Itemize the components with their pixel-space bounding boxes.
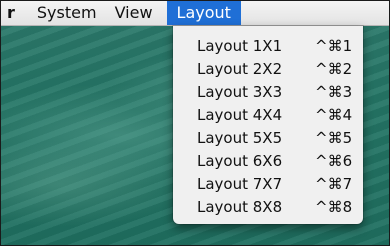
menu-item-layout-5x5[interactable]: Layout 5X5 ^⌘5: [173, 126, 363, 149]
menu-view[interactable]: View: [115, 1, 167, 25]
menu-item-shortcut: ^⌘5: [315, 128, 353, 147]
menu-item-shortcut: ^⌘4: [315, 105, 353, 124]
menu-item-label: Layout 8X8: [197, 197, 283, 216]
menu-item-layout-4x4[interactable]: Layout 4X4 ^⌘4: [173, 103, 363, 126]
layout-dropdown-menu: Layout 1X1 ^⌘1 Layout 2X2 ^⌘2 Layout 3X3…: [173, 26, 363, 224]
menu-item-shortcut: ^⌘2: [315, 59, 353, 78]
menu-item-label: Layout 4X4: [197, 105, 283, 124]
menu-item-label: Layout 1X1: [197, 36, 283, 55]
menu-item-layout-3x3[interactable]: Layout 3X3 ^⌘3: [173, 80, 363, 103]
menu-layout[interactable]: Layout: [166, 1, 241, 25]
menu-bar: r System View Layout: [1, 1, 389, 26]
menu-item-layout-8x8[interactable]: Layout 8X8 ^⌘8: [173, 195, 363, 218]
menu-item-label: Layout 3X3: [197, 82, 283, 101]
menu-item-layout-2x2[interactable]: Layout 2X2 ^⌘2: [173, 57, 363, 80]
menu-system[interactable]: System: [29, 1, 115, 25]
menu-app-name[interactable]: r: [1, 1, 29, 25]
menu-item-label: Layout 2X2: [197, 59, 283, 78]
menu-item-shortcut: ^⌘1: [315, 36, 353, 55]
menu-item-shortcut: ^⌘3: [315, 82, 353, 101]
menu-item-layout-6x6[interactable]: Layout 6X6 ^⌘6: [173, 149, 363, 172]
menu-item-label: Layout 7X7: [197, 174, 283, 193]
menu-item-label: Layout 6X6: [197, 151, 283, 170]
menu-item-shortcut: ^⌘8: [315, 197, 353, 216]
screen-frame: r System View Layout Layout 1X1 ^⌘1 Layo…: [0, 0, 390, 246]
menu-item-layout-1x1[interactable]: Layout 1X1 ^⌘1: [173, 34, 363, 57]
menu-item-shortcut: ^⌘6: [315, 151, 353, 170]
menu-item-layout-7x7[interactable]: Layout 7X7 ^⌘7: [173, 172, 363, 195]
menu-item-label: Layout 5X5: [197, 128, 283, 147]
menu-item-shortcut: ^⌘7: [315, 174, 353, 193]
